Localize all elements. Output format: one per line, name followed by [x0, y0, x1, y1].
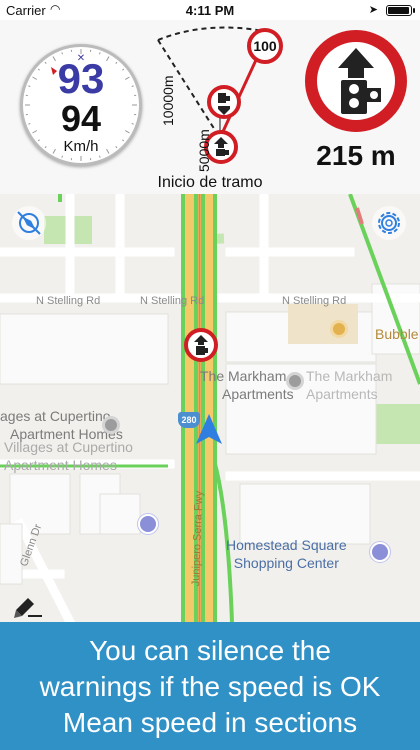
- poi-line: Apartments: [306, 386, 378, 402]
- map-view[interactable]: N Stelling Rd N Stelling Rd N Stelling R…: [0, 194, 420, 622]
- shopping-bag-icon[interactable]: [370, 542, 390, 562]
- location-arrow-icon: ➤: [368, 4, 378, 16]
- poi-line: Villages at Cupertino: [4, 439, 133, 455]
- poi-label-homestead[interactable]: Homestead Square Shopping Center: [226, 536, 347, 572]
- mid-camera-sign: [207, 85, 241, 119]
- far-distance-label: 10000m: [160, 75, 176, 126]
- compass-tick: [98, 52, 101, 55]
- pen-icon[interactable]: [14, 596, 42, 618]
- poi-label-markham[interactable]: The Markham Apartments: [200, 367, 294, 403]
- speed-limit-value: 93: [57, 55, 105, 102]
- speed-camera-icon: [194, 335, 208, 355]
- poi-label-markham-2[interactable]: The Markham Apartments: [306, 367, 392, 403]
- speed-panel: ✕ 93 94 Km/h 100 10000m 5000m Inicio de …: [0, 20, 420, 194]
- battery-icon: [386, 5, 415, 16]
- promo-banner: You can silence the warnings if the spee…: [0, 622, 420, 750]
- street-label: N Stelling Rd: [36, 295, 101, 307]
- poi-line: The Markham: [306, 368, 393, 384]
- compass-tick: [98, 155, 101, 158]
- poi-line: Apartment Homes: [4, 457, 117, 473]
- compass-tick: [61, 52, 64, 55]
- banner-line: warnings if the speed is OK: [39, 671, 381, 702]
- near-distance-label: 5000m: [196, 129, 212, 172]
- poi-line: Homestead Square: [226, 537, 347, 553]
- status-bar: Carrier ◠ 4:11 PM ➤: [0, 0, 420, 20]
- user-location-icon: [196, 414, 222, 444]
- camera-warning-glyph: [338, 48, 381, 114]
- street-label: N Stelling Rd: [140, 295, 205, 307]
- poi-pin[interactable]: [102, 416, 120, 434]
- compass-icon[interactable]: [12, 206, 46, 240]
- limit-100-sign: 100: [247, 28, 283, 64]
- compass-tick: [61, 155, 64, 158]
- speed-camera-icon[interactable]: [305, 30, 407, 132]
- poi-pin[interactable]: [330, 320, 348, 338]
- street-label: N Stelling Rd: [282, 295, 347, 307]
- battery-fill: [388, 7, 409, 14]
- clock: 4:11 PM: [185, 3, 235, 18]
- svg-text:100: 100: [253, 38, 277, 54]
- poi-label-bubble[interactable]: Bubble T: [375, 325, 420, 343]
- poi-line: Shopping Center: [233, 555, 339, 571]
- speedometer[interactable]: ✕ 93 94 Km/h: [20, 44, 142, 166]
- section-diagram: 100 10000m 5000m: [148, 20, 298, 194]
- poi-line: Apartments: [222, 386, 294, 402]
- banner-line: Mean speed in sections: [62, 707, 358, 738]
- poi-pin[interactable]: [286, 372, 304, 390]
- banner-line: You can silence the: [89, 635, 331, 666]
- shopping-bag-icon[interactable]: [138, 514, 158, 534]
- warning-distance: 215 m: [316, 140, 396, 171]
- speed-camera-marker[interactable]: [184, 328, 218, 362]
- gear-icon[interactable]: [372, 206, 406, 240]
- section-caption: Inicio de tramo: [157, 174, 263, 191]
- speed-unit: Km/h: [63, 138, 99, 155]
- poi-label-villages-2[interactable]: Villages at Cupertino Apartment Homes: [4, 438, 133, 474]
- current-speed-value: 94: [60, 98, 102, 139]
- poi-line: The Markham: [200, 368, 287, 384]
